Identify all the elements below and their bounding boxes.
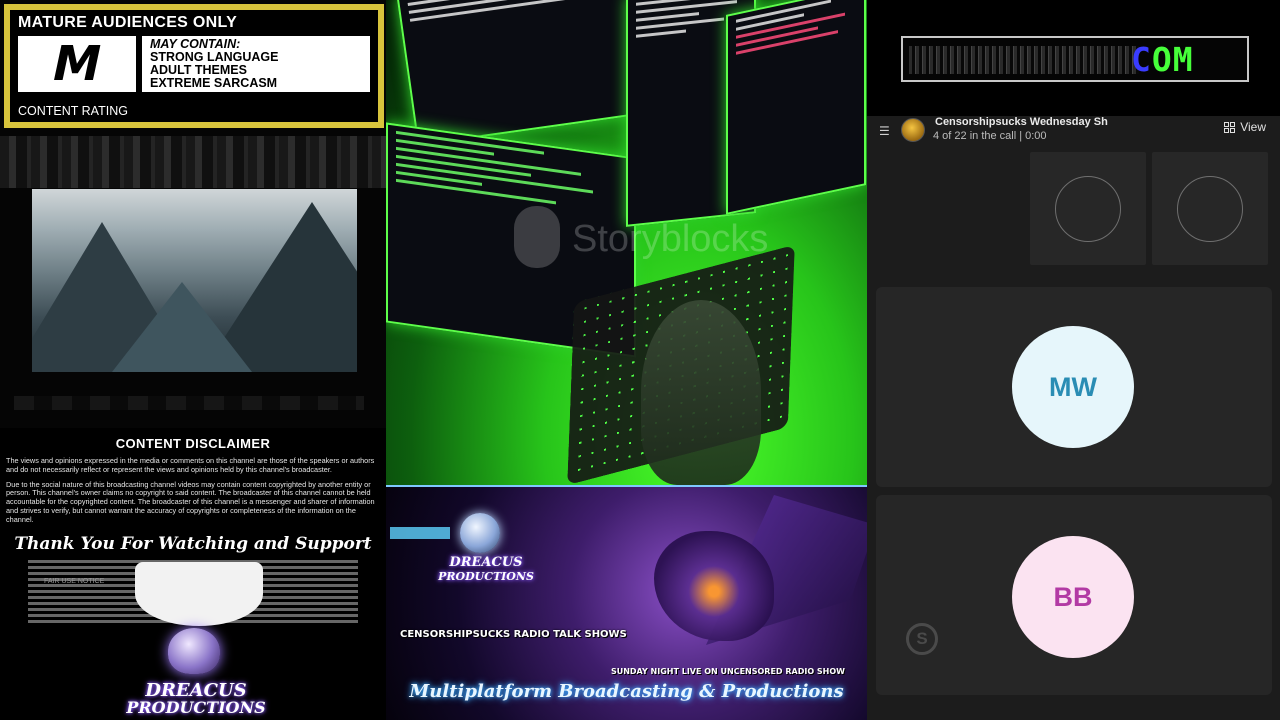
scrolling-ticker: COM [901, 36, 1249, 82]
dragon-head-shape [654, 531, 774, 641]
participant-thumbnail[interactable] [1152, 152, 1268, 265]
skype-icon: S [906, 623, 938, 655]
pixelated-banner [0, 136, 386, 188]
pixelated-caption [14, 396, 364, 410]
logo-line2: PRODUCTIONS [126, 698, 266, 717]
monitor-screen [396, 0, 656, 146]
participant-avatar: MW [1012, 326, 1134, 448]
content-rating-inner: MATURE AUDIENCES ONLY M MAY CONTAIN: STR… [10, 10, 378, 122]
code-line [396, 162, 593, 194]
participant-tile[interactable]: MW [876, 287, 1272, 487]
placeholder-ring [1177, 176, 1243, 242]
participant-initials: BB [1053, 581, 1093, 612]
participant-thumbnail[interactable] [1030, 152, 1146, 265]
code-line [409, 0, 598, 22]
mountain-shape [112, 282, 252, 372]
call-name: Censorshipsucks Wednesday Sh [935, 116, 1108, 128]
rating-letter-badge: M [18, 36, 136, 92]
ticker-area: COM [867, 0, 1280, 118]
call-status: 4 of 22 in the call | 0:00 [933, 130, 1047, 142]
rating-body: M MAY CONTAIN: STRONG LANGUAGE ADULT THE… [18, 36, 370, 92]
view-button[interactable]: View [1224, 120, 1266, 134]
rating-title: MATURE AUDIENCES ONLY [18, 14, 238, 31]
grid-icon [1224, 121, 1236, 133]
menu-icon[interactable]: ☰ [879, 124, 890, 138]
left-column: MATURE AUDIENCES ONLY M MAY CONTAIN: STR… [0, 0, 386, 720]
placeholder-ring [1055, 176, 1121, 242]
participant-initials: MW [1049, 371, 1097, 402]
tagline: Multiplatform Broadcasting & Productions [409, 681, 844, 702]
thanks-message: Thank You For Watching and Support [14, 533, 372, 554]
disclaimer-paragraph: The views and opinions expressed in the … [6, 456, 375, 474]
rating-footer: CONTENT RATING [18, 104, 128, 118]
logo-line2: PRODUCTIONS [438, 570, 534, 583]
participant-tile[interactable]: BB S [876, 495, 1272, 695]
view-button-label: View [1240, 120, 1266, 134]
participant-avatar: BB [1012, 536, 1134, 658]
dreacus-logo: DREACUS PRODUCTIONS [96, 628, 296, 718]
code-line [636, 29, 687, 38]
show-subtitle: SUNDAY NIGHT LIVE ON UNCENSORED RADIO SH… [610, 667, 845, 676]
dreacus-logo-small: DREACUS PRODUCTIONS [426, 513, 546, 593]
ticker-text: COM [1131, 40, 1194, 79]
stock-watermark: Storyblocks [572, 218, 769, 260]
show-title: CENSORSHIPSUCKS RADIO TALK SHOWS [400, 629, 627, 640]
disclaimer-title: CONTENT DISCLAIMER [115, 436, 271, 451]
rating-letter: M [47, 36, 107, 92]
rating-descriptor-box: MAY CONTAIN: STRONG LANGUAGE ADULT THEME… [142, 36, 370, 92]
microphone-icon [460, 513, 500, 553]
dragon-banner-panel: DREACUS PRODUCTIONS CENSORSHIPSUCKS RADI… [386, 485, 867, 720]
rating-item: EXTREME SARCASM [150, 76, 278, 90]
call-group-avatar [901, 118, 925, 142]
logo-line1: DREACUS [449, 555, 523, 570]
ticker-noise [909, 46, 1139, 74]
content-rating-card: MATURE AUDIENCES ONLY M MAY CONTAIN: STR… [4, 4, 384, 128]
fantasy-landscape-image [32, 189, 357, 372]
storyblocks-logo-icon [514, 206, 560, 268]
call-header: ☰ Censorshipsucks Wednesday Sh 4 of 22 i… [867, 116, 1280, 150]
hand-shape [641, 300, 761, 485]
hacker-video-panel: Storyblocks [386, 0, 867, 485]
fair-use-heading: FAIR USE NOTICE [44, 578, 105, 585]
mask-icon [135, 562, 263, 626]
monitor-screen [726, 0, 866, 215]
disclaimer-paragraph: Due to the social nature of this broadca… [6, 479, 375, 524]
microphone-icon [168, 628, 220, 674]
right-column: COM ☰ Censorshipsucks Wednesday Sh 4 of … [867, 0, 1280, 720]
